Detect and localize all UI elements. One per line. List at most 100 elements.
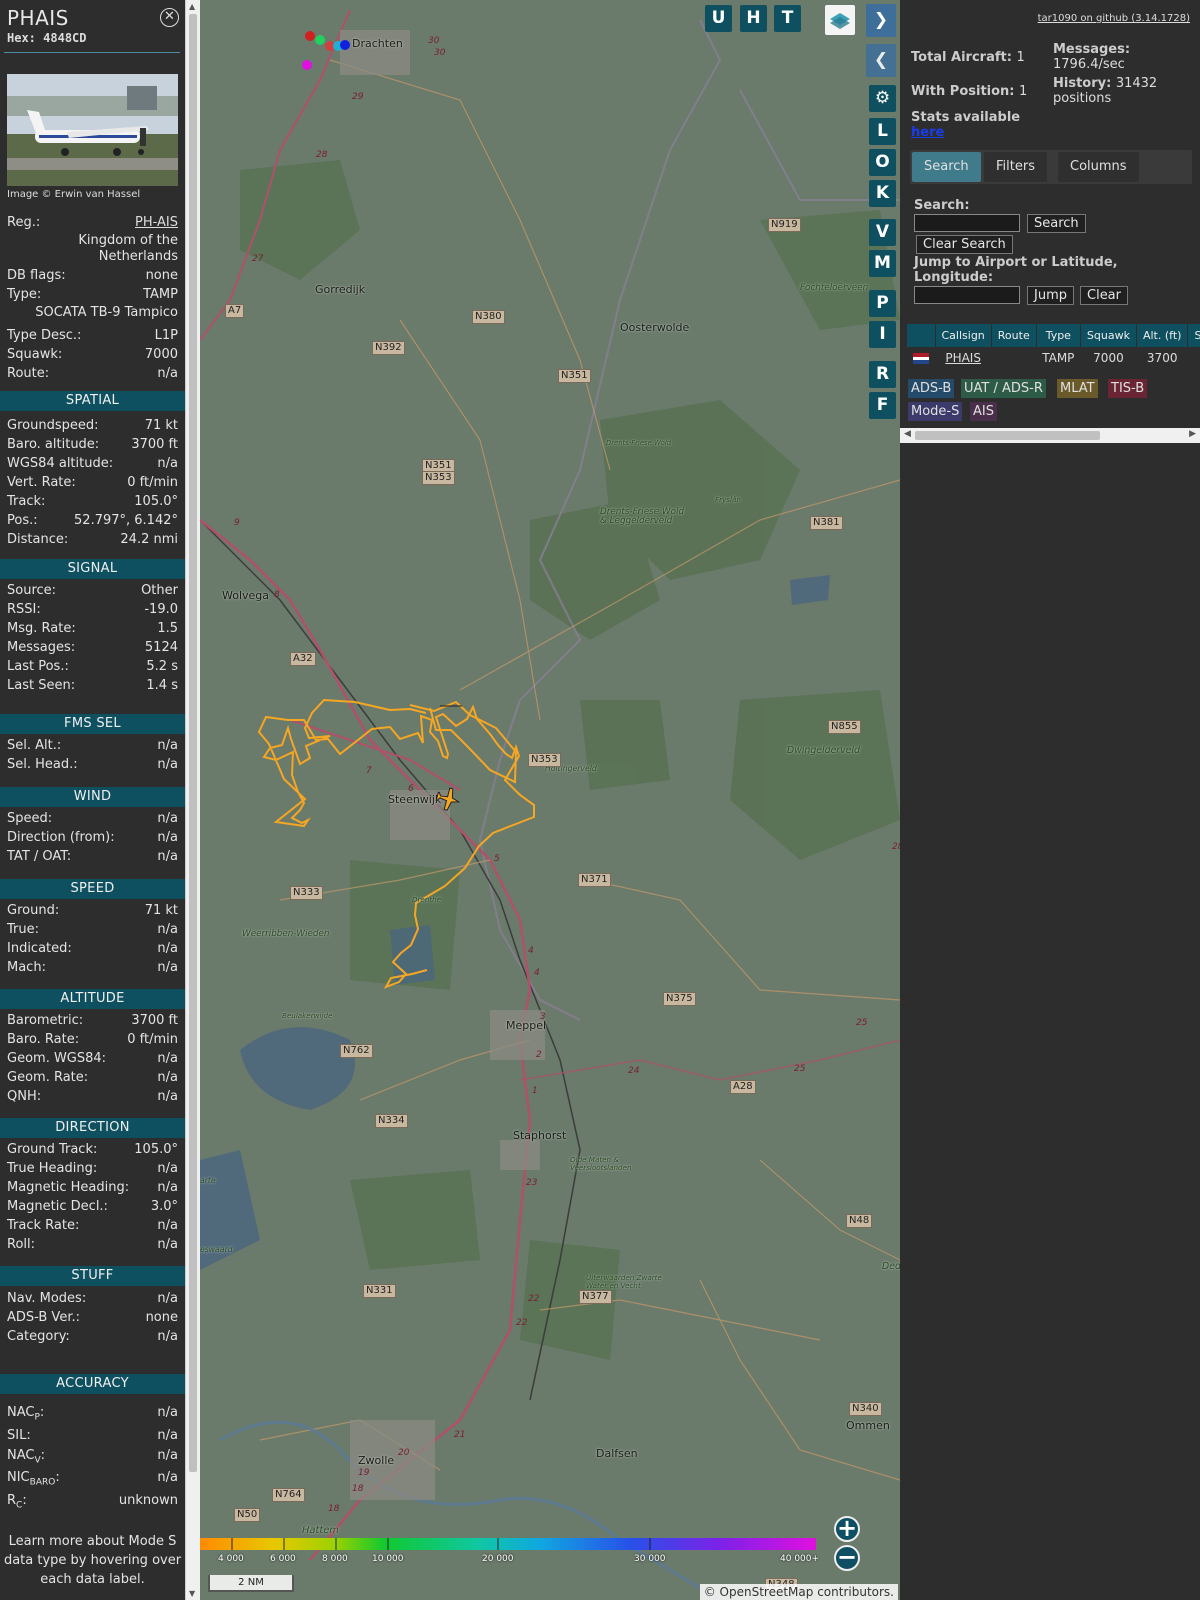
jump-label: Jump to Airport or Latitude, Longitude: xyxy=(914,255,1118,285)
field-value: 1.4 s xyxy=(146,678,178,693)
signal-row: Last Seen: 1.4 s xyxy=(7,677,178,694)
search-input[interactable] xyxy=(914,214,1020,232)
col-squawk[interactable]: Squawk xyxy=(1080,324,1137,347)
field-label: Source: xyxy=(7,583,57,598)
scrollbar-thumb[interactable] xyxy=(189,14,197,1472)
close-icon[interactable]: ✕ xyxy=(160,8,179,27)
github-link[interactable]: tar1090 on github (3.14.1728) xyxy=(1038,13,1190,24)
collapse-panel-button[interactable]: ❮ xyxy=(866,44,896,77)
field-value: n/a xyxy=(157,1089,178,1104)
side-button-v[interactable]: V xyxy=(869,219,896,246)
col-route[interactable]: Route xyxy=(991,324,1037,347)
scroll-left-icon[interactable]: ◀ xyxy=(904,429,911,439)
road-number-label: 22 xyxy=(528,1294,540,1304)
reg-link[interactable]: PH-AIS xyxy=(135,214,178,231)
source-badge-mlat[interactable]: MLAT xyxy=(1057,379,1098,398)
field-value: 71 kt xyxy=(144,418,178,433)
road-number-label: 23 xyxy=(526,1178,538,1188)
road-label: N48 xyxy=(846,1214,873,1228)
source-badge-tisb[interactable]: TIS-B xyxy=(1108,379,1148,398)
scroll-down-icon[interactable]: ▼ xyxy=(189,1589,195,1598)
road-number-label: 28 xyxy=(892,842,900,852)
aircraft-photo[interactable] xyxy=(7,74,178,186)
source-badge-ais[interactable]: AIS xyxy=(970,402,997,421)
altitude-row: QNH: n/a xyxy=(7,1088,178,1105)
expand-panel-button[interactable]: ❯ xyxy=(866,4,896,37)
place-label: Wolvega xyxy=(222,589,270,602)
source-badge-adsb[interactable]: ADS-B xyxy=(908,379,955,398)
jump-button[interactable]: Jump xyxy=(1027,286,1074,305)
zoom-out-button[interactable]: − xyxy=(834,1545,860,1571)
place-label: Dwingelderveld xyxy=(787,745,860,756)
field-value: n/a xyxy=(157,1051,178,1066)
section-spatial: SPATIAL xyxy=(0,391,185,411)
field-label: Distance: xyxy=(7,532,69,547)
side-button-m[interactable]: M xyxy=(869,250,896,277)
col-callsign[interactable]: Callsign xyxy=(935,324,992,347)
stuff-row: Nav. Modes: n/a xyxy=(7,1290,178,1307)
col-spd[interactable]: Spd. xyxy=(1187,324,1200,347)
col-type[interactable]: Type xyxy=(1036,324,1081,347)
side-button-f[interactable]: F xyxy=(869,392,896,419)
stats-here-link[interactable]: here xyxy=(911,125,944,140)
toolbar-button-t[interactable]: T xyxy=(774,5,801,32)
source-badge-modes[interactable]: Mode-S xyxy=(908,402,963,421)
place-label: Uiterwaarden Zwarte Water en Vecht xyxy=(586,1273,662,1290)
field-label: Speed: xyxy=(7,811,53,826)
clear-search-button[interactable]: Clear Search xyxy=(916,235,1013,254)
aircraft-callsign: PHAIS xyxy=(7,6,69,30)
jump-input[interactable] xyxy=(914,286,1020,304)
toolbar-button-u[interactable]: U xyxy=(705,5,732,32)
settings-button[interactable]: ⚙ xyxy=(869,85,896,112)
tab-columns[interactable]: Columns xyxy=(1058,152,1139,182)
source-badge-uat[interactable]: UAT / ADS-R xyxy=(961,379,1046,398)
road-number-label: 28 xyxy=(316,150,328,160)
side-button-r[interactable]: R xyxy=(869,361,896,388)
info-panel-scrollbar[interactable]: ▲ ▼ xyxy=(185,0,200,1600)
table-row[interactable]: PHAIS TAMP 7000 3700 xyxy=(907,347,1200,368)
map-view[interactable]: Drachten Gorredijk Oosterwolde Wolvega Steen… xyxy=(200,0,900,1600)
scroll-right-icon[interactable]: ▶ xyxy=(1189,429,1196,439)
road-number-label: 7 xyxy=(366,766,372,776)
aircraft-info-panel: PHAIS Hex: 4848CD ✕ Image © Erwin van Ha… xyxy=(0,0,185,1600)
hscroll-thumb[interactable] xyxy=(915,431,1100,440)
jump-clear-button[interactable]: Clear xyxy=(1080,286,1128,305)
dbflags-row: DB flags: none xyxy=(7,268,178,283)
field-value: 5.2 s xyxy=(146,659,178,674)
scroll-up-icon[interactable]: ▲ xyxy=(189,2,195,11)
aircraft-marker-icon[interactable] xyxy=(434,785,462,813)
wind-row: Direction (from): n/a xyxy=(7,829,178,846)
col-alt[interactable]: Alt. (ft) xyxy=(1136,324,1189,347)
side-button-o[interactable]: O xyxy=(869,149,896,176)
row-callsign[interactable]: PHAIS xyxy=(935,347,991,368)
with-position: With Position: 1 xyxy=(911,84,1028,99)
side-button-k[interactable]: K xyxy=(869,180,896,207)
layers-button[interactable] xyxy=(825,5,855,35)
road-label: N371 xyxy=(578,873,611,887)
tab-search[interactable]: Search xyxy=(912,152,981,182)
map-scale: 2 NM xyxy=(208,1575,294,1592)
field-label: Magnetic Heading: xyxy=(7,1180,130,1195)
side-button-l[interactable]: L xyxy=(869,118,896,145)
layers-icon xyxy=(830,13,850,29)
zoom-in-button[interactable]: + xyxy=(834,1516,860,1542)
osm-link[interactable]: OpenStreetMap xyxy=(720,1585,814,1599)
field-value: 52.797°, 6.142° xyxy=(74,513,178,528)
field-label: QNH: xyxy=(7,1089,42,1104)
side-button-p[interactable]: P xyxy=(869,290,896,317)
search-button[interactable]: Search xyxy=(1027,214,1086,233)
signal-row: Messages: 5124 xyxy=(7,639,178,656)
tab-filters[interactable]: Filters xyxy=(984,152,1047,182)
side-button-i[interactable]: I xyxy=(869,321,896,348)
toolbar-button-h[interactable]: H xyxy=(740,5,767,32)
learn-more-text: Learn more about Mode S data type by hov… xyxy=(3,1534,182,1587)
field-value: n/a xyxy=(157,1070,178,1085)
total-aircraft: Total Aircraft: 1 xyxy=(911,50,1025,65)
road-label: A7 xyxy=(225,304,245,318)
road-number-label: 9 xyxy=(234,518,240,528)
speed-row: Mach: n/a xyxy=(7,959,178,976)
col-flag[interactable] xyxy=(907,324,936,347)
section-fms: FMS SEL xyxy=(0,714,185,734)
table-horizontal-scrollbar[interactable]: ◀ ▶ xyxy=(900,428,1200,443)
field-label: Track Rate: xyxy=(7,1218,80,1233)
